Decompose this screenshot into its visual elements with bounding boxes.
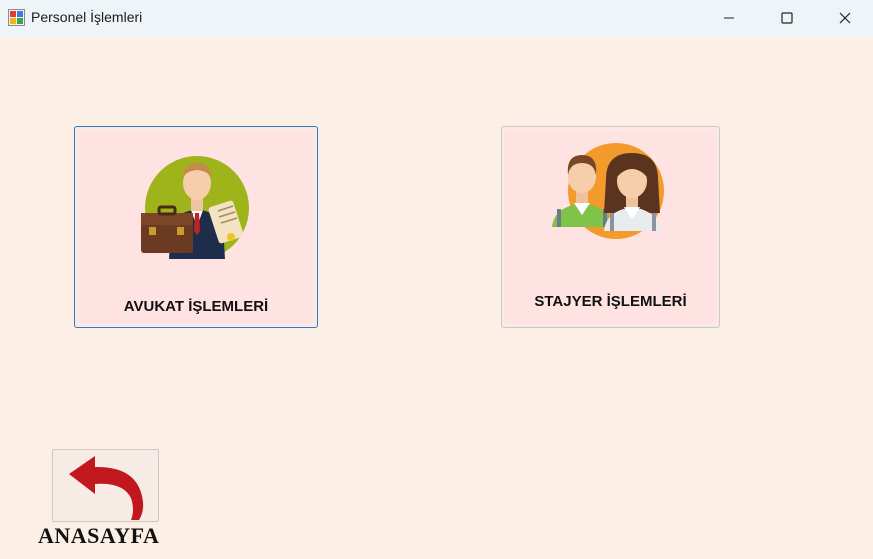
avukat-islemleri-label: AVUKAT İŞLEMLERİ	[123, 298, 269, 315]
maximize-icon	[781, 12, 793, 24]
lawyer-briefcase-icon	[141, 156, 249, 259]
title-bar[interactable]: Personel İşlemleri	[0, 0, 873, 36]
back-arrow-icon	[69, 456, 144, 520]
close-icon	[839, 12, 851, 24]
interns-icon	[552, 143, 664, 239]
stajyer-islemleri-label: STAJYER İŞLEMLERİ	[534, 293, 687, 310]
window-title: Personel İşlemleri	[31, 9, 143, 25]
close-button[interactable]	[816, 0, 873, 36]
anasayfa-label: ANASAYFA	[38, 523, 160, 548]
form-app-icon	[8, 9, 25, 26]
stajyer-islemleri-button[interactable]: STAJYER İŞLEMLERİ	[501, 126, 720, 328]
minimize-button[interactable]	[700, 0, 758, 36]
avukat-islemleri-button[interactable]: AVUKAT İŞLEMLERİ	[74, 126, 318, 328]
anasayfa-button[interactable]	[52, 449, 159, 522]
minimize-icon	[724, 17, 734, 19]
maximize-button[interactable]	[758, 0, 816, 36]
